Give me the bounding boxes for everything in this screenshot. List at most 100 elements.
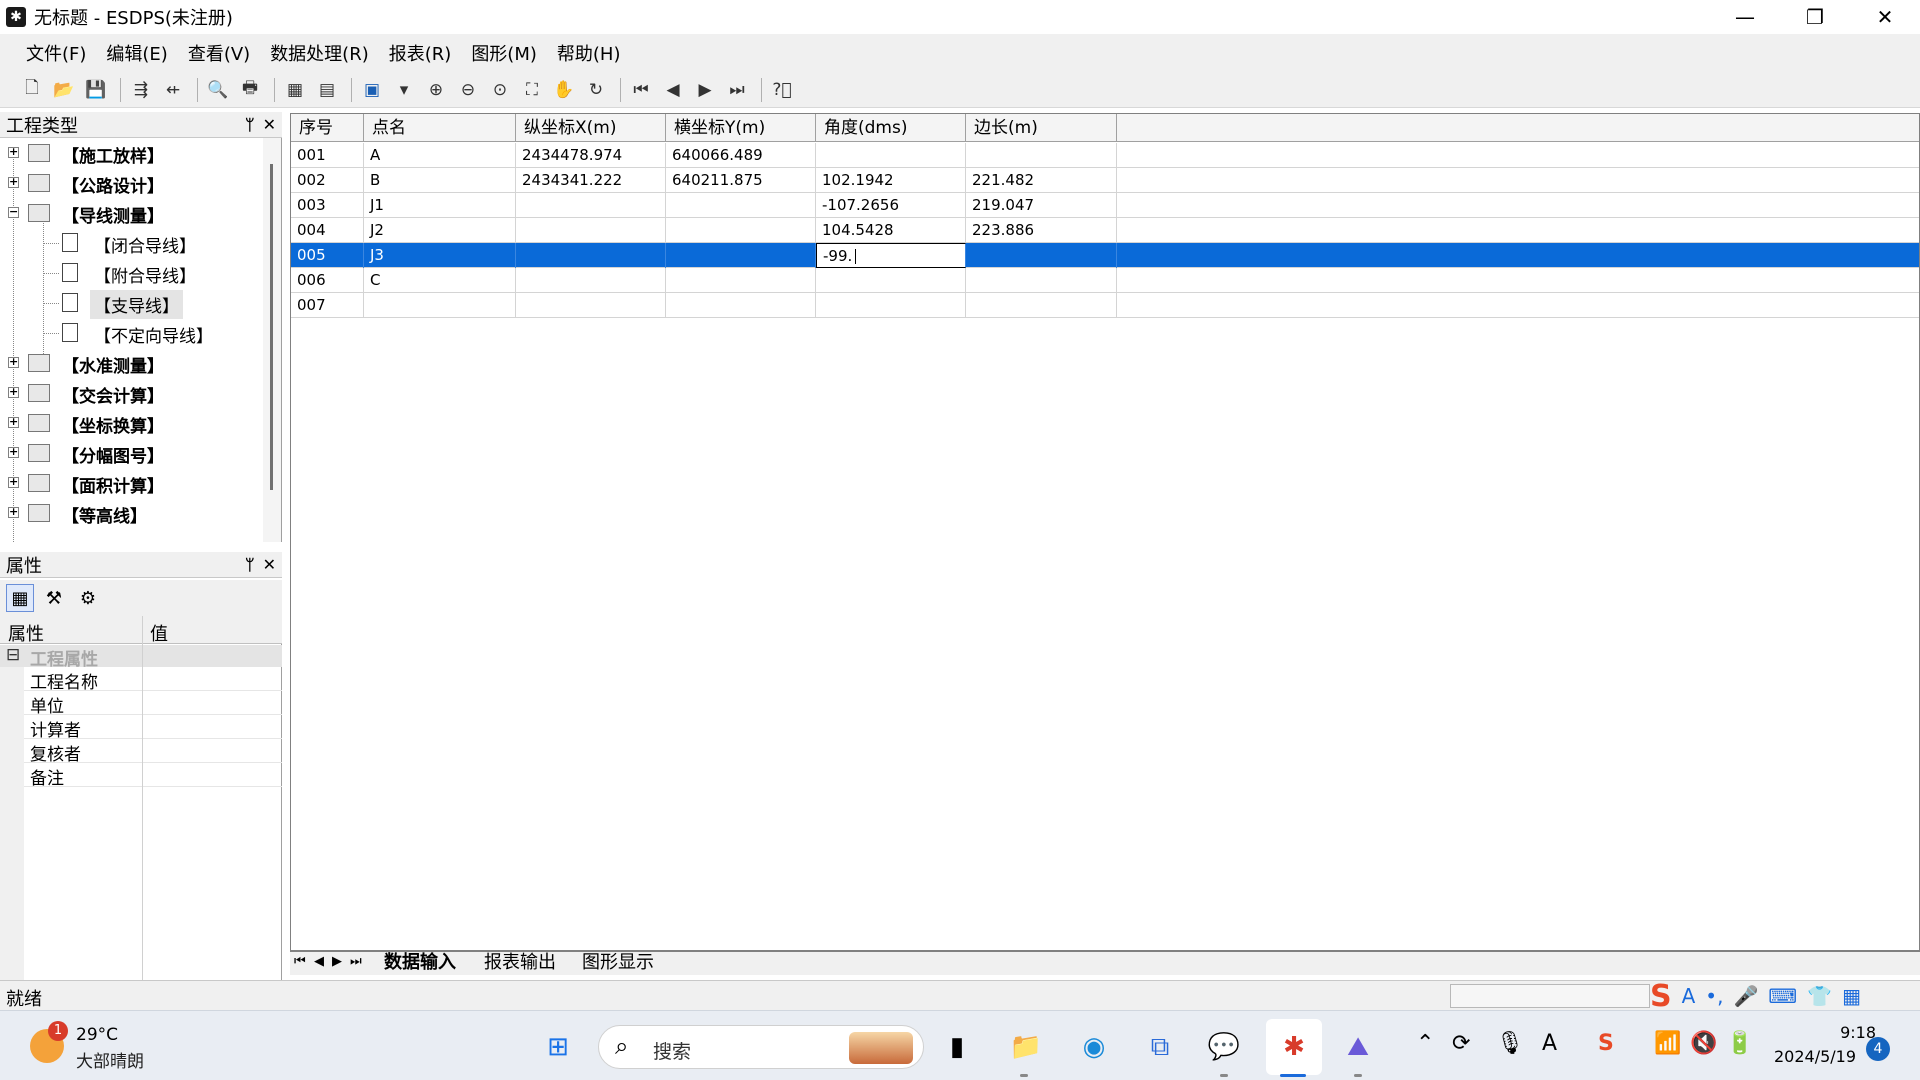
tray-overflow-icon[interactable]: ⌃	[1416, 1031, 1434, 1056]
tree-scrollbar[interactable]	[263, 138, 281, 542]
zoom-extents-icon[interactable]: ⛶	[518, 76, 546, 104]
restore-button[interactable]: ❐	[1780, 0, 1850, 34]
cell-index[interactable]: 004	[291, 218, 364, 243]
cell-side-length[interactable]	[966, 243, 1117, 268]
table-row[interactable]: 003 J1 -107.2656 219.047	[291, 193, 1919, 218]
expand-icon[interactable]: +	[8, 146, 19, 158]
print-preview-icon[interactable]: 🔍	[204, 76, 232, 104]
open-folder-icon[interactable]: 📂	[50, 76, 78, 104]
select-arrow-icon[interactable]: ▾	[390, 76, 418, 104]
microphone-icon[interactable]: 🎙	[1496, 1031, 1524, 1056]
cell-angle[interactable]: 102.1942	[816, 168, 966, 193]
insert-row-icon[interactable]: ⇶	[127, 76, 155, 104]
cell-x[interactable]	[516, 293, 666, 318]
table-row[interactable]: 006 C	[291, 268, 1919, 293]
task-view-icon[interactable]: ▮	[937, 1027, 977, 1067]
cell-index[interactable]: 005	[291, 243, 364, 268]
cell-side-length[interactable]: 223.886	[966, 218, 1117, 243]
new-file-icon[interactable]: 🗋	[18, 76, 46, 104]
menu-graphics[interactable]: 图形(M)	[471, 40, 537, 66]
cell-angle[interactable]: 104.5428	[816, 218, 966, 243]
table-row[interactable]: 001 A 2434478.974 640066.489	[291, 143, 1919, 168]
calculate-icon[interactable]: ▦	[281, 76, 309, 104]
cell-point-name[interactable]	[364, 293, 516, 318]
esdps-app-icon[interactable]: ✱	[1274, 1027, 1314, 1067]
property-row[interactable]: 单位	[24, 691, 282, 717]
properties-wand-icon[interactable]: ⚒	[40, 584, 68, 612]
table-row[interactable]: 002 B 2434341.222 640211.875 102.1942 22…	[291, 168, 1919, 193]
sync-icon[interactable]: ⟳	[1452, 1031, 1470, 1056]
tab-graphics-display[interactable]: 图形显示	[582, 952, 654, 976]
first-record-icon[interactable]: ⏮	[627, 76, 655, 104]
cell-point-name[interactable]: J1	[364, 193, 516, 218]
weather-description[interactable]: 大部晴朗	[76, 1047, 144, 1072]
cell-y[interactable]: 640211.875	[666, 168, 816, 193]
delete-row-icon[interactable]: ⇷	[159, 76, 187, 104]
cell-angle[interactable]	[816, 143, 966, 168]
pin-icon[interactable]: ᛘ	[245, 115, 255, 134]
clock-date[interactable]: 2024/5/19	[1774, 1047, 1856, 1066]
next-record-icon[interactable]: ▶	[691, 76, 719, 104]
last-record-icon[interactable]: ⏭	[723, 76, 751, 104]
property-row[interactable]: 计算者	[24, 715, 282, 741]
expand-icon[interactable]: +	[8, 446, 19, 458]
refresh-icon[interactable]: ↻	[582, 76, 610, 104]
property-row[interactable]: 复核者	[24, 739, 282, 765]
cell-angle[interactable]	[816, 293, 966, 318]
cell-angle-editor[interactable]: -99.	[816, 243, 966, 268]
windows-start-icon[interactable]: ⊞	[538, 1027, 578, 1067]
translate-app-icon[interactable]: ⧉	[1140, 1027, 1180, 1067]
col-header-point-name[interactable]: 点名	[364, 114, 516, 142]
cell-index[interactable]: 007	[291, 293, 364, 318]
menu-help[interactable]: 帮助(H)	[557, 40, 621, 66]
cell-point-name[interactable]: J3	[364, 243, 516, 268]
collapse-icon[interactable]: −	[8, 206, 19, 218]
prev-record-icon[interactable]: ◀	[659, 76, 687, 104]
save-icon[interactable]: 💾	[82, 76, 110, 104]
weather-temperature[interactable]: 29°C	[76, 1025, 118, 1045]
table-row[interactable]: 007	[291, 293, 1919, 318]
display-icon[interactable]: ▣	[358, 76, 386, 104]
sogou-ime-icon[interactable]: S	[1650, 979, 1672, 1014]
menu-view[interactable]: 查看(V)	[188, 40, 250, 66]
menu-file[interactable]: 文件(F)	[26, 40, 86, 66]
clock-time[interactable]: 9:18	[1826, 1023, 1876, 1042]
property-row[interactable]: 备注	[24, 763, 282, 789]
col-header-side-length[interactable]: 边长(m)	[966, 114, 1117, 142]
cell-y[interactable]	[666, 243, 816, 268]
expand-icon[interactable]: +	[8, 416, 19, 428]
tab-data-input[interactable]: 数据输入	[384, 952, 456, 976]
ime-keyboard-icon[interactable]: ⌨	[1768, 984, 1797, 1008]
wifi-icon[interactable]: 📶	[1654, 1031, 1681, 1056]
pin-icon[interactable]: ᛘ	[245, 555, 255, 574]
expand-icon[interactable]: +	[8, 176, 19, 188]
expand-icon[interactable]: +	[8, 506, 19, 518]
panel-close-icon[interactable]: ✕	[263, 115, 276, 134]
cell-side-length[interactable]: 219.047	[966, 193, 1117, 218]
cell-angle[interactable]	[816, 268, 966, 293]
property-category[interactable]: ⊟ 工程属性	[0, 645, 282, 670]
cell-index[interactable]: 003	[291, 193, 364, 218]
zoom-out-icon[interactable]: ⊖	[454, 76, 482, 104]
col-header-x-coord[interactable]: 纵坐标X(m)	[516, 114, 666, 142]
font-icon[interactable]: A	[1542, 1031, 1557, 1056]
ime-mode-icon[interactable]: A	[1682, 984, 1696, 1008]
battery-icon[interactable]: 🔋	[1726, 1031, 1753, 1056]
help-icon[interactable]: ?⃞	[768, 76, 796, 104]
property-row[interactable]: 工程名称	[24, 667, 282, 693]
sogou-tray-icon[interactable]: S	[1598, 1031, 1614, 1056]
col-header-angle[interactable]: 角度(dms)	[816, 114, 966, 142]
cell-point-name[interactable]: B	[364, 168, 516, 193]
tab-next-icon[interactable]: ▶	[332, 954, 342, 969]
cell-index[interactable]: 006	[291, 268, 364, 293]
cell-y[interactable]	[666, 193, 816, 218]
tab-report-output[interactable]: 报表输出	[484, 952, 556, 976]
expand-icon[interactable]: +	[8, 356, 19, 368]
cell-x[interactable]	[516, 193, 666, 218]
ime-punctuation-icon[interactable]: •,	[1705, 984, 1723, 1008]
cell-angle[interactable]: -107.2656	[816, 193, 966, 218]
cell-x[interactable]	[516, 268, 666, 293]
photos-app-icon[interactable]: ⛰	[1338, 1027, 1378, 1067]
expand-icon[interactable]: +	[8, 386, 19, 398]
tab-prev-icon[interactable]: ◀	[314, 954, 324, 969]
